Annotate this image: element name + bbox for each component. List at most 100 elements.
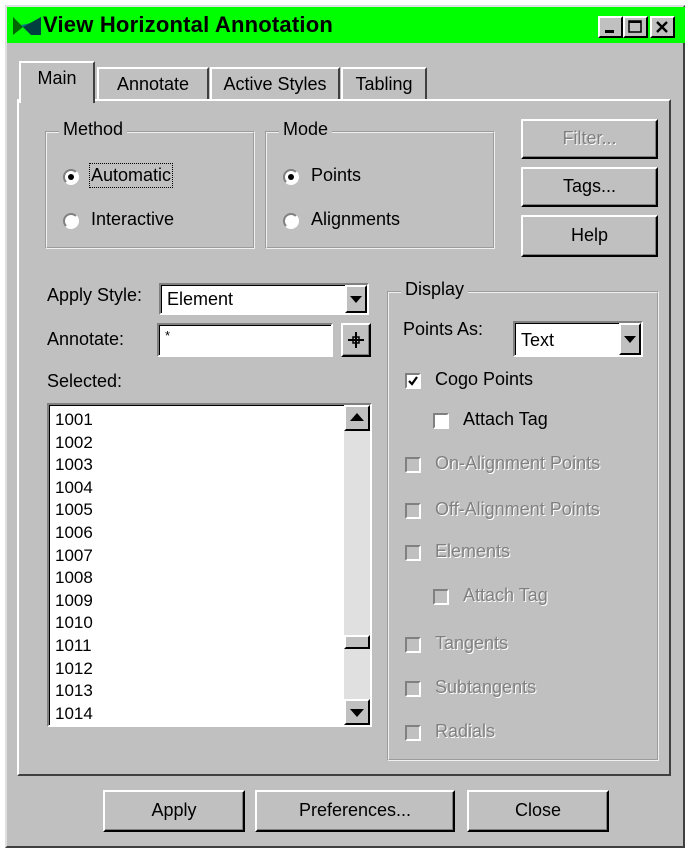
list-item[interactable]: 1005 (55, 499, 93, 522)
list-item[interactable]: 1012 (55, 658, 93, 681)
mode-group: Mode (265, 119, 495, 249)
tab-tabling[interactable]: Tabling (341, 67, 427, 101)
checkbox-on-alignment-points[interactable] (405, 457, 421, 473)
radio-dot (68, 174, 74, 180)
selected-scrollbar[interactable] (344, 405, 370, 725)
tab-active-styles[interactable]: Active Styles (210, 67, 340, 101)
apply-style-value: Element (167, 289, 234, 309)
radio-points[interactable] (283, 169, 299, 185)
points-as-label: Points As: (403, 319, 484, 339)
list-item[interactable]: 1002 (55, 432, 93, 455)
points-as-dropdown-button[interactable] (619, 323, 641, 355)
list-item[interactable]: 1014 (55, 703, 93, 725)
preferences-button-label: Preferences... (298, 800, 412, 820)
checkbox-attach-tag[interactable] (433, 413, 449, 429)
radials-label[interactable]: Radials (435, 721, 495, 742)
crosshair-icon (348, 332, 364, 348)
mode-legend: Mode (279, 119, 333, 140)
chevron-down-icon (624, 336, 636, 343)
close-button[interactable]: Close (467, 790, 609, 832)
close-button-label: Close (514, 800, 562, 820)
radio-automatic[interactable] (63, 169, 79, 185)
checkbox-tangents[interactable] (405, 637, 421, 653)
close-icon (656, 21, 668, 33)
title-bar[interactable]: View Horizontal Annotation (7, 7, 685, 43)
points-as-dropdown[interactable]: Text (513, 321, 643, 357)
filter-button[interactable]: Filter... (521, 119, 658, 159)
list-item[interactable]: 1006 (55, 522, 93, 545)
tab-tabling-label: Tabling (355, 74, 413, 94)
tags-button-label: Tags... (562, 176, 617, 196)
tags-button[interactable]: Tags... (521, 167, 658, 207)
list-item[interactable]: 1010 (55, 612, 93, 635)
dialog-window: View Horizontal Annotation Main Annotate… (5, 5, 685, 848)
subtangents-label[interactable]: Subtangents (435, 677, 536, 698)
checkmark-icon (408, 376, 418, 386)
preferences-button[interactable]: Preferences... (255, 790, 455, 832)
attach-tag-label[interactable]: Attach Tag (463, 409, 548, 430)
selected-items: 1001 1002 1003 1004 1005 1006 1007 1008 … (55, 409, 93, 725)
apply-style-dropdown[interactable]: Element (159, 283, 369, 315)
chevron-up-icon (350, 413, 364, 421)
radio-alignments-label[interactable]: Alignments (311, 209, 400, 230)
radio-dot (288, 174, 294, 180)
scroll-up-button[interactable] (344, 405, 370, 431)
apply-button-label: Apply (151, 800, 197, 820)
cogo-points-label[interactable]: Cogo Points (435, 369, 533, 390)
filter-button-label: Filter... (562, 128, 617, 148)
elements-attach-tag-label[interactable]: Attach Tag (463, 585, 548, 606)
pick-point-button[interactable] (341, 323, 371, 357)
tab-active-styles-label: Active Styles (223, 74, 327, 94)
tangents-label[interactable]: Tangents (435, 633, 508, 654)
radio-automatic-label[interactable]: Automatic (88, 163, 174, 188)
apply-style-dropdown-button[interactable] (345, 285, 367, 313)
minimize-button[interactable] (598, 16, 623, 38)
selected-label: Selected: (47, 371, 123, 391)
checkbox-off-alignment-points[interactable] (405, 503, 421, 519)
scroll-thumb[interactable] (344, 635, 370, 649)
radio-interactive-label[interactable]: Interactive (91, 209, 174, 230)
list-item[interactable]: 1003 (55, 454, 93, 477)
annotate-value: * (165, 328, 171, 343)
list-item[interactable]: 1009 (55, 590, 93, 613)
off-alignment-points-label[interactable]: Off-Alignment Points (435, 499, 600, 520)
apply-style-label: Apply Style: (47, 285, 143, 305)
list-item[interactable]: 1004 (55, 477, 93, 500)
help-button-label: Help (570, 225, 609, 245)
list-item[interactable]: 1008 (55, 567, 93, 590)
tab-annotate-label: Annotate (116, 74, 190, 94)
checkbox-radials[interactable] (405, 725, 421, 741)
tab-main[interactable]: Main (19, 61, 95, 103)
chevron-down-icon (350, 709, 364, 717)
app-icon (13, 17, 41, 35)
checkbox-elements[interactable] (405, 545, 421, 561)
on-alignment-points-label[interactable]: On-Alignment Points (435, 453, 600, 474)
checkbox-cogo-points[interactable] (405, 373, 421, 389)
method-legend: Method (59, 119, 128, 140)
radio-alignments[interactable] (283, 213, 299, 229)
annotate-label: Annotate: (47, 329, 125, 349)
selected-listbox[interactable]: 1001 1002 1003 1004 1005 1006 1007 1008 … (47, 403, 372, 727)
radio-points-label[interactable]: Points (311, 165, 361, 186)
maximize-icon (628, 20, 642, 33)
list-item[interactable]: 1007 (55, 545, 93, 568)
checkbox-elements-attach-tag[interactable] (433, 589, 449, 605)
method-group: Method (45, 119, 255, 249)
help-button[interactable]: Help (521, 215, 658, 257)
annotate-input[interactable]: * (157, 323, 333, 357)
radio-interactive[interactable] (63, 213, 79, 229)
apply-button[interactable]: Apply (103, 790, 245, 832)
tab-annotate[interactable]: Annotate (97, 67, 209, 101)
display-legend: Display (401, 279, 469, 300)
checkbox-subtangents[interactable] (405, 681, 421, 697)
elements-label[interactable]: Elements (435, 541, 510, 562)
list-item[interactable]: 1001 (55, 409, 93, 432)
maximize-button[interactable] (623, 16, 648, 38)
close-window-button[interactable] (650, 16, 675, 38)
list-item[interactable]: 1013 (55, 680, 93, 703)
scroll-down-button[interactable] (344, 699, 370, 725)
minimize-icon (605, 30, 614, 33)
chevron-down-icon (350, 296, 362, 303)
window-title: View Horizontal Annotation (43, 12, 333, 37)
list-item[interactable]: 1011 (55, 635, 93, 658)
